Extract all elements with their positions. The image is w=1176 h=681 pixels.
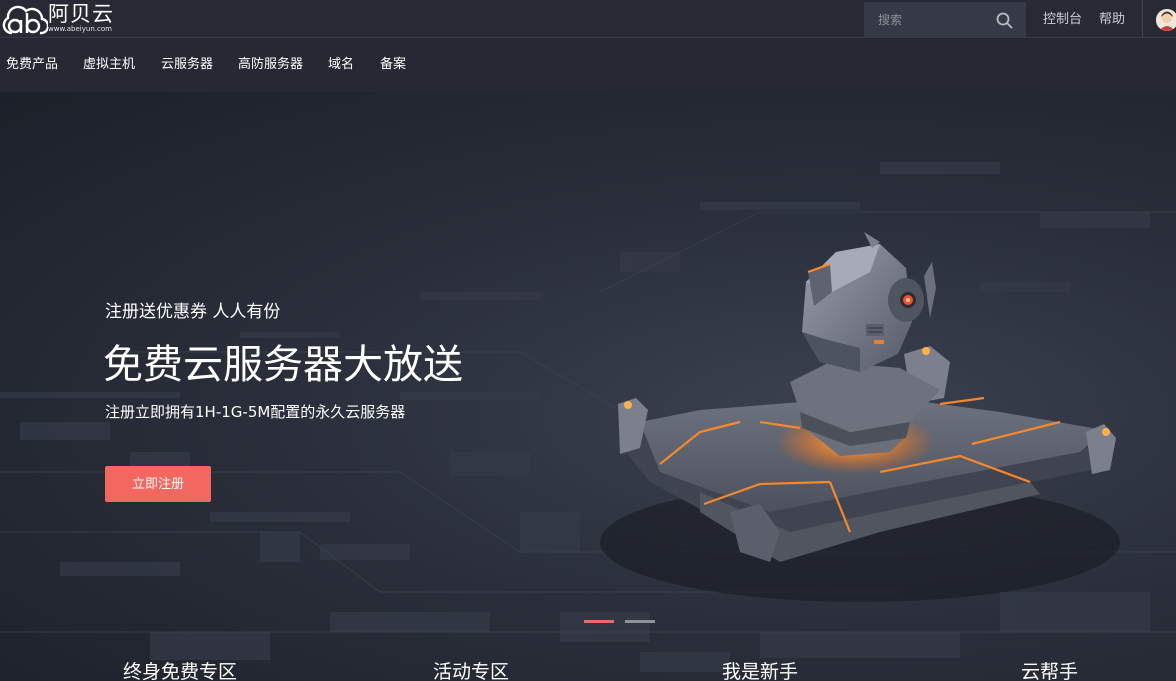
search-icon[interactable]	[996, 12, 1013, 29]
hero-subtitle: 注册立即拥有1H-1G-5M配置的永久云服务器	[105, 403, 406, 421]
search-box	[864, 2, 1026, 38]
register-button[interactable]: 立即注册	[105, 466, 211, 502]
avatar[interactable]	[1156, 9, 1176, 31]
logo[interactable]: 阿贝云 www.abeiyun.com	[2, 2, 126, 36]
carousel-dot-1[interactable]	[584, 620, 614, 623]
nav-item-virtual-host[interactable]: 虚拟主机	[83, 57, 135, 73]
hero-eyebrow: 注册送优惠券 人人有份	[105, 302, 281, 322]
quick-entry-newbie[interactable]: 我是新手	[722, 660, 798, 681]
nav-item-cloud-server[interactable]: 云服务器	[161, 57, 213, 73]
quick-entry-cloud-helper[interactable]: 云帮手	[1021, 660, 1078, 681]
nav-item-ddos-server[interactable]: 高防服务器	[238, 57, 303, 73]
carousel-dot-2[interactable]	[625, 620, 655, 623]
nav-item-domain[interactable]: 域名	[328, 57, 354, 73]
quick-entry-promotions[interactable]: 活动专区	[433, 660, 509, 681]
console-link[interactable]: 控制台	[1043, 12, 1082, 28]
top-bar: 阿贝云 www.abeiyun.com 控制台 帮助	[0, 0, 1176, 38]
cloud-logo-icon	[2, 5, 48, 35]
brand-name: 阿贝云	[48, 2, 114, 26]
hero-title: 免费云服务器大放送	[103, 342, 463, 388]
top-divider	[1142, 0, 1143, 38]
help-link[interactable]: 帮助	[1099, 12, 1125, 28]
search-input[interactable]	[864, 2, 994, 38]
user-avatar-icon	[1156, 9, 1176, 31]
quick-entry-lifetime-free[interactable]: 终身免费专区	[123, 660, 237, 681]
hero-banner: 注册送优惠券 人人有份 免费云服务器大放送 注册立即拥有1H-1G-5M配置的永…	[0, 92, 1176, 681]
brand-url: www.abeiyun.com	[48, 25, 112, 33]
nav-item-icp-filing[interactable]: 备案	[380, 57, 406, 73]
nav-item-free-products[interactable]: 免费产品	[6, 57, 58, 73]
main-nav: 免费产品 虚拟主机 云服务器 高防服务器 域名 备案	[0, 39, 1176, 92]
